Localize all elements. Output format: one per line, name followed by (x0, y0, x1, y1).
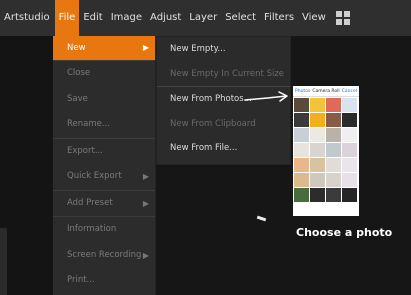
photo-thumb[interactable] (326, 98, 341, 112)
photo-thumb[interactable] (326, 143, 341, 157)
menu-layer[interactable]: Layer (185, 0, 221, 36)
file-menu: New ▶ Close Save Rename... Export... Qui… (53, 36, 156, 295)
photo-thumb[interactable] (342, 98, 357, 112)
menu-view[interactable]: View (298, 0, 330, 36)
left-panel (0, 36, 53, 295)
menu-edit[interactable]: Edit (79, 0, 106, 36)
photo-thumb[interactable] (326, 128, 341, 142)
submenu-new-empty[interactable]: New Empty... (157, 37, 290, 62)
menu-select[interactable]: Select (221, 0, 260, 36)
photo-thumb[interactable] (310, 173, 325, 187)
file-menu-screen-recording-label: Screen Recording (67, 249, 142, 260)
file-menu-new-label: New (67, 43, 86, 53)
photo-thumb[interactable] (310, 143, 325, 157)
menu-adjust[interactable]: Adjust (146, 0, 185, 36)
photo-thumb[interactable] (310, 158, 325, 172)
photo-thumb[interactable] (294, 143, 309, 157)
photo-thumb[interactable] (326, 113, 341, 127)
submenu-new-from-file[interactable]: New From File... (157, 136, 290, 161)
file-menu-quick-export-label: Quick Export (67, 171, 122, 181)
photo-thumb[interactable] (342, 173, 357, 187)
photo-thumb[interactable] (310, 98, 325, 112)
photo-thumb[interactable] (342, 188, 357, 202)
photo-thumb[interactable] (294, 113, 309, 127)
photo-thumb[interactable] (310, 188, 325, 202)
submenu-new-empty-current-size[interactable]: New Empty In Current Size (157, 62, 290, 87)
menu-image[interactable]: Image (107, 0, 146, 36)
file-menu-export[interactable]: Export... (53, 139, 155, 165)
submenu-arrow-icon: ▶ (142, 250, 149, 260)
submenu-arrow-icon: ▶ (142, 172, 149, 181)
left-panel-strip (0, 228, 7, 295)
picker-back-link[interactable]: Photos (295, 89, 310, 94)
file-menu-quick-export[interactable]: Quick Export ▶ (53, 164, 155, 190)
photo-thumb[interactable] (294, 98, 309, 112)
photo-thumb[interactable] (342, 143, 357, 157)
photo-thumb[interactable] (294, 173, 309, 187)
photo-thumb[interactable] (294, 128, 309, 142)
annotation-arrow-icon (244, 91, 288, 102)
picker-title: Camera Roll (312, 88, 340, 94)
photo-thumb[interactable] (342, 113, 357, 127)
app-brand: Artstudio (4, 12, 50, 23)
photo-thumb[interactable] (326, 173, 341, 187)
menu-filters[interactable]: Filters (260, 0, 298, 36)
artstudio-app: Artstudio File Edit Image Adjust Layer S… (0, 0, 411, 295)
submenu-new-from-clipboard[interactable]: New From Clipboard (157, 112, 290, 137)
picker-header: Photos Camera Roll Cancel (293, 86, 359, 97)
menu-file[interactable]: File (54, 0, 80, 36)
file-menu-rename[interactable]: Rename... (53, 112, 155, 138)
photo-picker-preview: Photos Camera Roll Cancel (293, 86, 359, 216)
file-menu-save[interactable]: Save (53, 87, 155, 113)
file-menu-add-preset[interactable]: Add Preset ▶ (53, 191, 155, 217)
menu-bar: Artstudio File Edit Image Adjust Layer S… (0, 0, 411, 36)
photo-thumb[interactable] (310, 113, 325, 127)
picker-photo-grid (293, 97, 359, 203)
photo-thumb[interactable] (294, 188, 309, 202)
file-menu-print[interactable]: Print... (53, 268, 155, 294)
file-menu-new[interactable]: New ▶ (53, 36, 155, 60)
choose-photo-caption: Choose a photo (296, 226, 393, 239)
picker-cancel-link[interactable]: Cancel (342, 89, 357, 94)
file-menu-add-preset-label: Add Preset (67, 197, 113, 208)
photo-thumb[interactable] (326, 158, 341, 172)
photo-thumb[interactable] (310, 128, 325, 142)
photo-thumb[interactable] (294, 158, 309, 172)
file-menu-information[interactable]: Information (53, 217, 155, 243)
photo-thumb[interactable] (342, 158, 357, 172)
submenu-arrow-icon: ▶ (142, 43, 149, 52)
file-menu-screen-recording[interactable]: Screen Recording ▶ (53, 243, 155, 269)
photo-thumb[interactable] (326, 188, 341, 202)
file-menu-close[interactable]: Close (53, 61, 155, 87)
grid-view-icon[interactable] (335, 11, 350, 25)
submenu-arrow-icon: ▶ (142, 198, 149, 208)
photo-thumb[interactable] (342, 128, 357, 142)
